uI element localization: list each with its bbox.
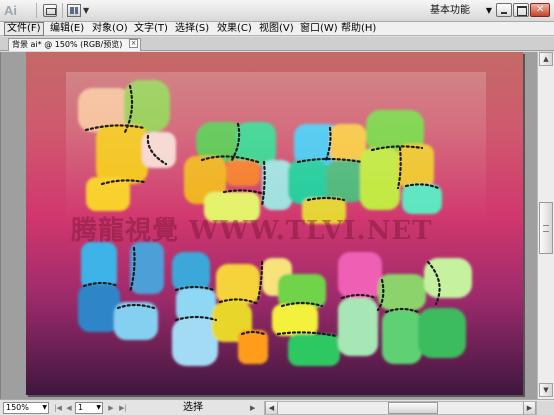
menu-type[interactable]: 文字(T) xyxy=(132,22,170,36)
previous-artboard-button[interactable]: ◀ xyxy=(64,403,74,413)
vertical-scrollbar[interactable]: ▲ ▼ xyxy=(537,52,554,399)
current-tool-status: 选择 xyxy=(183,402,203,413)
vertical-scroll-thumb[interactable] xyxy=(539,202,553,254)
maximize-button[interactable] xyxy=(513,3,529,17)
illustrator-window: Ai ▼ 基本功能 ▼ 文件(F) 编辑(E) 对象(O) 文字(T) 选择(S… xyxy=(0,0,554,415)
tab-close-icon[interactable]: × xyxy=(129,39,138,48)
horizontal-scroll-thumb[interactable] xyxy=(388,402,438,414)
menu-window[interactable]: 窗口(W) xyxy=(298,22,340,36)
status-bar: 150% ▼ |◀ ◀ 1 ▼ ▶ ▶| 选择 ▶ ◀ ▶ xyxy=(0,399,554,415)
document-tab-title: 背景 ai* @ 150% (RGB/预览) xyxy=(12,40,123,49)
minimize-button[interactable] xyxy=(496,3,512,17)
chevron-down-icon[interactable]: ▼ xyxy=(83,4,89,17)
menu-bar: 文件(F) 编辑(E) 对象(O) 文字(T) 选择(S) 效果(C) 视图(V… xyxy=(0,22,554,36)
workspace-switcher[interactable]: 基本功能 ▼ xyxy=(430,3,492,19)
menu-effect[interactable]: 效果(C) xyxy=(215,22,254,36)
arrange-documents-button[interactable] xyxy=(67,4,81,17)
next-artboard-button[interactable]: ▶ xyxy=(106,403,116,413)
menu-select[interactable]: 选择(S) xyxy=(173,22,211,36)
close-button[interactable] xyxy=(530,3,550,17)
divider xyxy=(62,3,63,18)
artboard-number: 1 xyxy=(78,403,84,412)
chevron-down-icon: ▼ xyxy=(96,404,101,411)
watermark-text: 腾龍視覺 WWW.TLVI.NET xyxy=(71,216,433,246)
artboard-number-field[interactable]: 1 ▼ xyxy=(75,402,103,414)
zoom-level-field[interactable]: 150% ▼ xyxy=(3,402,49,414)
document-tab[interactable]: 背景 ai* @ 150% (RGB/预览) xyxy=(8,38,141,51)
menu-object[interactable]: 对象(O) xyxy=(90,22,130,36)
scroll-right-button[interactable]: ▶ xyxy=(523,402,536,414)
artboard[interactable]: 腾龍視覺 WWW.TLVI.NET xyxy=(26,52,523,395)
illustrator-logo: Ai xyxy=(4,3,17,18)
menu-edit[interactable]: 编辑(E) xyxy=(48,22,86,36)
document-canvas[interactable]: 腾龍視覺 WWW.TLVI.NET xyxy=(0,52,537,399)
document-tab-strip: 背景 ai* @ 150% (RGB/预览) × xyxy=(0,37,554,51)
zoom-value: 150% xyxy=(6,403,29,412)
last-artboard-button[interactable]: ▶| xyxy=(118,403,128,413)
scrollbar-corner xyxy=(537,401,554,415)
menu-file[interactable]: 文件(F) xyxy=(4,22,44,36)
scroll-left-button[interactable]: ◀ xyxy=(265,402,278,414)
scroll-up-button[interactable]: ▲ xyxy=(539,52,553,66)
first-artboard-button[interactable]: |◀ xyxy=(53,403,63,413)
chevron-down-icon: ▼ xyxy=(42,404,47,411)
chevron-down-icon: ▼ xyxy=(485,6,492,15)
go-to-bridge-button[interactable] xyxy=(43,4,57,17)
divider xyxy=(36,3,37,18)
workspace-label: 基本功能 xyxy=(430,5,470,16)
horizontal-scrollbar[interactable]: ◀ ▶ xyxy=(264,401,537,415)
status-menu-arrow-icon[interactable]: ▶ xyxy=(250,403,260,413)
scroll-down-button[interactable]: ▼ xyxy=(539,383,553,397)
menu-help[interactable]: 帮助(H) xyxy=(339,22,378,36)
application-bar: Ai ▼ 基本功能 ▼ xyxy=(0,0,554,22)
menu-view[interactable]: 视图(V) xyxy=(257,22,296,36)
